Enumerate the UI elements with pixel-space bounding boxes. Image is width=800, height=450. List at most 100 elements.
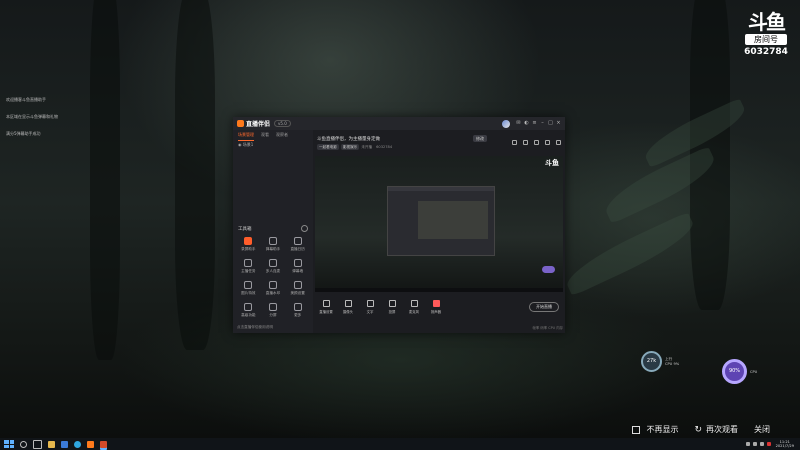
watch-again-button[interactable]: ↻ 再次观看	[694, 424, 738, 435]
network-widget[interactable]: 27k 上行 CPU 9%	[641, 351, 679, 372]
clock[interactable]: 11:21 2021/7/29	[776, 440, 794, 448]
tool-label: 弹幕墙	[292, 269, 304, 273]
bell-icon[interactable]	[545, 140, 550, 145]
tools-settings-icon[interactable]	[301, 225, 308, 232]
browser-icon[interactable]	[74, 440, 81, 448]
tool-icon	[244, 237, 253, 245]
explorer-icon[interactable]	[48, 440, 55, 448]
tool-item[interactable]: 美颜设置	[285, 281, 310, 296]
network-line: CPU 9%	[665, 361, 680, 366]
live-settings-button[interactable]: 直播设置	[315, 300, 337, 314]
tool-item[interactable]: 直播日历	[285, 237, 310, 252]
main-tool-icons	[506, 140, 561, 145]
douyu-app-icon[interactable]	[87, 440, 94, 448]
tool-icon	[268, 303, 277, 311]
gift-icon[interactable]	[512, 140, 517, 145]
minimize-icon[interactable]: –	[540, 121, 545, 126]
preview-watermark: 斗鱼	[545, 159, 559, 167]
tool-item[interactable]: 高级功能	[236, 303, 261, 318]
dont-show-checkbox[interactable]: 不再显示	[632, 424, 678, 435]
edit-title-button[interactable]: 修改	[473, 135, 487, 142]
start-live-button[interactable]: 开始直播	[529, 302, 559, 312]
monitor-icon	[322, 300, 330, 307]
menu-icon[interactable]: ≡	[532, 121, 537, 126]
category-chip[interactable]: 一起看电影	[317, 144, 339, 150]
app-title: 直播伴侣	[246, 121, 271, 128]
speaker-button[interactable]: 扬声器	[425, 300, 447, 314]
tool-label: 录屏助手	[241, 247, 256, 251]
avatar[interactable]	[502, 119, 510, 128]
desktop-note: 欢迎播客斗鱼直播助手	[6, 97, 46, 102]
tool-icon	[293, 259, 302, 267]
tab-scene[interactable]: 场景管理	[238, 130, 254, 141]
tool-item[interactable]: 录屏助手	[236, 237, 261, 252]
up-arrow-icon[interactable]	[745, 442, 750, 446]
maximize-icon[interactable]: □	[548, 121, 553, 126]
cast-button[interactable]: 投屏	[381, 300, 403, 314]
tool-icon	[244, 259, 253, 267]
tool-label: 多人连麦	[265, 269, 281, 273]
ime-icon[interactable]	[766, 442, 771, 446]
bag-icon[interactable]	[523, 140, 528, 145]
tool-label: 美颜设置	[290, 291, 305, 295]
mic-button[interactable]: 麦克风	[403, 300, 425, 314]
tool-icon	[268, 237, 277, 245]
category-chip[interactable]: 影视娱乐	[340, 144, 360, 150]
tool-label: 高级功能	[241, 313, 256, 317]
status-bar: 帧率 码率 CPU 内存	[532, 326, 563, 330]
mail-icon[interactable]: ✉	[516, 121, 521, 126]
tool-label: 直播水印	[265, 291, 281, 295]
checkbox-icon[interactable]	[632, 425, 641, 434]
source-toolbar: 直播设置 摄像头 文字 投屏 麦克风 扬声器 开始直播	[315, 296, 563, 318]
stream-title: 斗鱼直播伴侣，为主播量身定做	[317, 137, 380, 142]
camera-button[interactable]: 摄像头	[337, 300, 359, 314]
chart-icon[interactable]	[534, 140, 539, 145]
version-badge[interactable]: v5.0	[274, 120, 291, 127]
tool-icon	[268, 259, 277, 267]
windows-start-icon[interactable]	[4, 440, 14, 448]
live-companion-icon[interactable]	[100, 440, 107, 448]
tool-item[interactable]: 主播任务	[236, 259, 261, 274]
tool-item[interactable]: 多人连麦	[261, 259, 286, 274]
search-icon[interactable]	[20, 440, 27, 448]
close-button[interactable]: 关闭	[754, 424, 770, 435]
scene-item[interactable]: ◉ 场景1	[233, 140, 313, 150]
preview-taskbar	[315, 288, 563, 292]
tree-trunk-left	[90, 0, 120, 360]
volume-icon[interactable]	[759, 442, 764, 446]
task-view-icon[interactable]	[33, 439, 42, 449]
mic-icon	[410, 300, 418, 307]
tree-trunk-mid	[175, 0, 215, 350]
tool-item[interactable]: 更多	[285, 303, 310, 318]
window-titlebar: 直播伴侣 v5.0 ✉ ◐ ≡ – □ ×	[233, 117, 565, 130]
tool-label: 直播日历	[290, 247, 305, 251]
main-panel: 斗鱼直播伴侣，为主播量身定做 修改 一起看电影 影视娱乐 未开播 6032784…	[313, 130, 565, 333]
tool-item[interactable]: 分屏	[261, 303, 286, 318]
close-icon[interactable]: ×	[556, 121, 561, 126]
desktop-note: 本区域在显示斗鱼弹幕和礼物	[6, 114, 58, 119]
network-speed: 27k	[641, 351, 662, 372]
network-icon[interactable]	[752, 442, 757, 446]
share-icon[interactable]	[556, 140, 561, 145]
preview-cpu-badge	[542, 266, 555, 273]
stream-preview[interactable]: 斗鱼	[315, 156, 563, 292]
help-link[interactable]: 点击直播伴侣使用说明	[237, 325, 273, 330]
douyu-logo-mark: 斗鱼	[748, 10, 786, 34]
skin-icon[interactable]: ◐	[524, 121, 529, 126]
store-icon[interactable]	[61, 440, 68, 448]
tool-label: 分屏	[269, 313, 277, 317]
tool-label: 主播任务	[241, 269, 256, 273]
tool-item[interactable]: 弹幕助手	[261, 237, 286, 252]
text-button[interactable]: 文字	[359, 300, 381, 314]
bottom-actions: 不再显示 ↻ 再次观看 关闭	[616, 424, 770, 435]
camera-icon	[344, 300, 352, 307]
cpu-widget[interactable]: 90% CPU	[722, 359, 757, 384]
live-status: 未开播	[361, 144, 373, 149]
cast-icon	[388, 300, 396, 307]
tool-item[interactable]: 弹幕墙	[285, 259, 310, 274]
tool-item[interactable]: 直播水印	[261, 281, 286, 296]
tab-watch[interactable]: 观看	[261, 130, 269, 140]
tab-observer[interactable]: 观察者	[276, 130, 288, 140]
tools-title: 工具箱	[238, 227, 252, 232]
tool-item[interactable]: 图片特效	[236, 281, 261, 296]
